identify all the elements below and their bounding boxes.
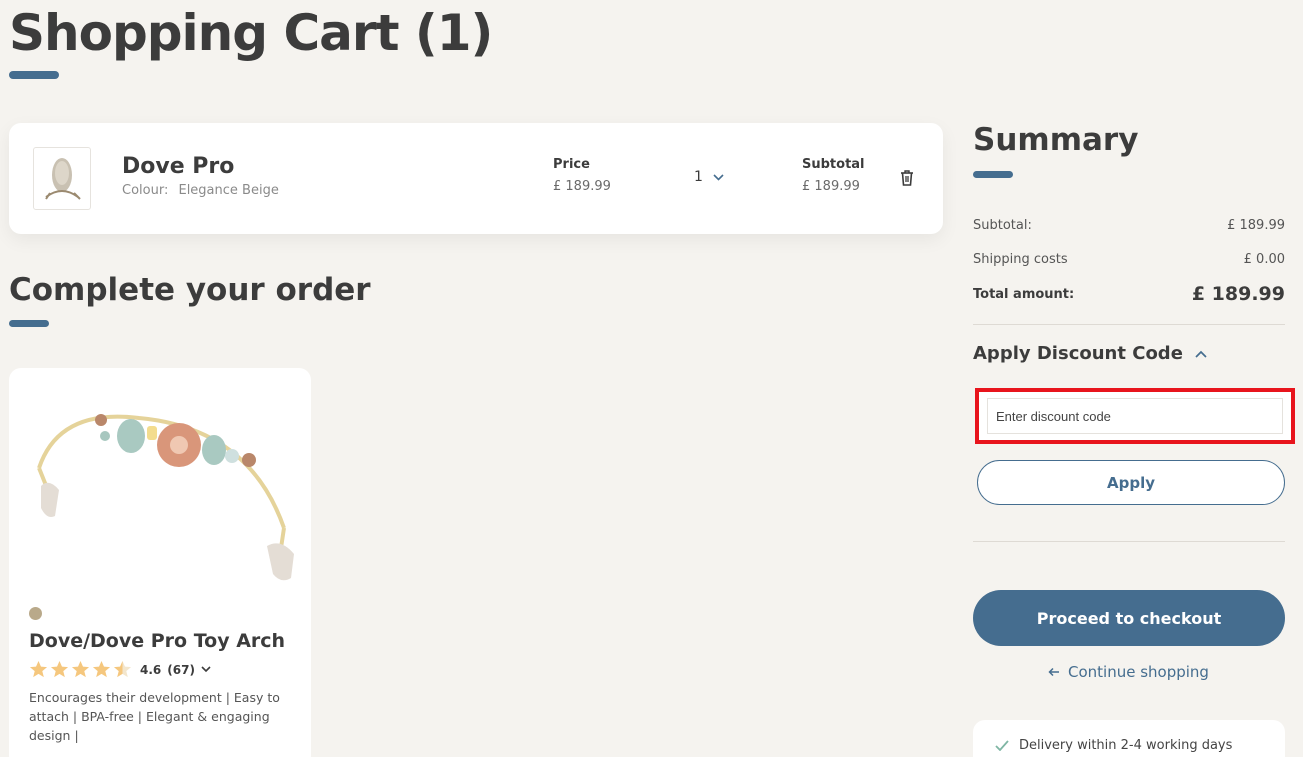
summary-shipping-row: Shipping costs £ 0.00 xyxy=(973,252,1285,267)
star-icon xyxy=(29,660,48,678)
colour-label: Colour: xyxy=(122,183,169,198)
apply-discount-button[interactable]: Apply xyxy=(977,460,1285,505)
continue-shopping-link[interactable]: Continue shopping xyxy=(1048,663,1209,681)
quantity-value: 1 xyxy=(694,169,703,185)
star-icon xyxy=(50,660,69,678)
complete-order-accent-bar xyxy=(9,320,49,327)
check-icon xyxy=(995,740,1009,751)
subtotal-label: Subtotal xyxy=(802,157,865,172)
summary-shipping-value: £ 0.00 xyxy=(1243,252,1285,267)
recommended-product-card[interactable]: Dove/Dove Pro Toy Arch 4.6 (67) Encourag… xyxy=(9,368,311,757)
price-value: £ 189.99 xyxy=(553,179,611,194)
bouncer-image xyxy=(45,157,81,200)
recommended-product-description: Encourages their development | Easy to a… xyxy=(29,690,280,743)
rating-count: (67) xyxy=(167,662,195,677)
product-rating[interactable]: 4.6 (67) xyxy=(29,660,211,679)
summary-heading: Summary xyxy=(973,122,1139,158)
subtotal-value: £ 189.99 xyxy=(802,179,860,194)
summary-divider-2 xyxy=(973,541,1285,542)
proceed-to-checkout-button[interactable]: Proceed to checkout xyxy=(973,590,1285,646)
summary-subtotal-label: Subtotal: xyxy=(973,218,1032,233)
summary-total-value: £ 189.99 xyxy=(1191,283,1285,305)
toy-arch-image xyxy=(37,414,294,581)
discount-highlight-box xyxy=(975,388,1295,444)
quantity-select[interactable]: 1 xyxy=(694,169,724,185)
rating-value: 4.6 xyxy=(140,662,162,677)
discount-code-input[interactable] xyxy=(987,398,1283,434)
trash-icon[interactable] xyxy=(899,169,915,187)
summary-total-label: Total amount: xyxy=(973,286,1075,302)
complete-order-heading: Complete your order xyxy=(9,272,371,308)
summary-subtotal-value: £ 189.99 xyxy=(1227,218,1285,233)
continue-shopping-label: Continue shopping xyxy=(1068,663,1209,681)
recommended-product-name[interactable]: Dove/Dove Pro Toy Arch xyxy=(29,630,285,652)
product-thumbnail[interactable] xyxy=(33,147,91,210)
usp-delivery-text: Delivery within 2-4 working days xyxy=(1019,738,1233,753)
summary-total-row: Total amount: £ 189.99 xyxy=(973,283,1285,305)
page-title: Shopping Cart (1) xyxy=(9,4,493,62)
star-half-icon xyxy=(113,660,132,678)
chevron-up-icon xyxy=(1195,350,1207,358)
arrow-left-icon xyxy=(1048,667,1059,677)
usp-delivery: Delivery within 2-4 working days xyxy=(995,738,1232,753)
cart-item-card: Dove Pro Colour: Elegance Beige Price £ … xyxy=(9,123,943,234)
summary-accent-bar xyxy=(973,171,1013,178)
chevron-down-icon xyxy=(201,666,211,673)
colour-swatch[interactable] xyxy=(29,607,42,620)
cart-item-colour: Colour: Elegance Beige xyxy=(122,183,279,198)
summary-subtotal-row: Subtotal: £ 189.99 xyxy=(973,218,1285,233)
usp-card: Delivery within 2-4 working days xyxy=(973,720,1285,757)
price-label: Price xyxy=(553,157,590,172)
summary-shipping-label: Shipping costs xyxy=(973,252,1068,267)
summary-divider xyxy=(973,324,1285,325)
star-icon xyxy=(92,660,111,678)
chevron-down-icon xyxy=(713,173,724,181)
cart-item-name[interactable]: Dove Pro xyxy=(122,154,234,179)
discount-toggle[interactable]: Apply Discount Code xyxy=(973,343,1207,364)
star-icon xyxy=(71,660,90,678)
colour-value: Elegance Beige xyxy=(178,183,279,198)
title-accent-bar xyxy=(9,71,59,79)
discount-heading: Apply Discount Code xyxy=(973,343,1183,364)
